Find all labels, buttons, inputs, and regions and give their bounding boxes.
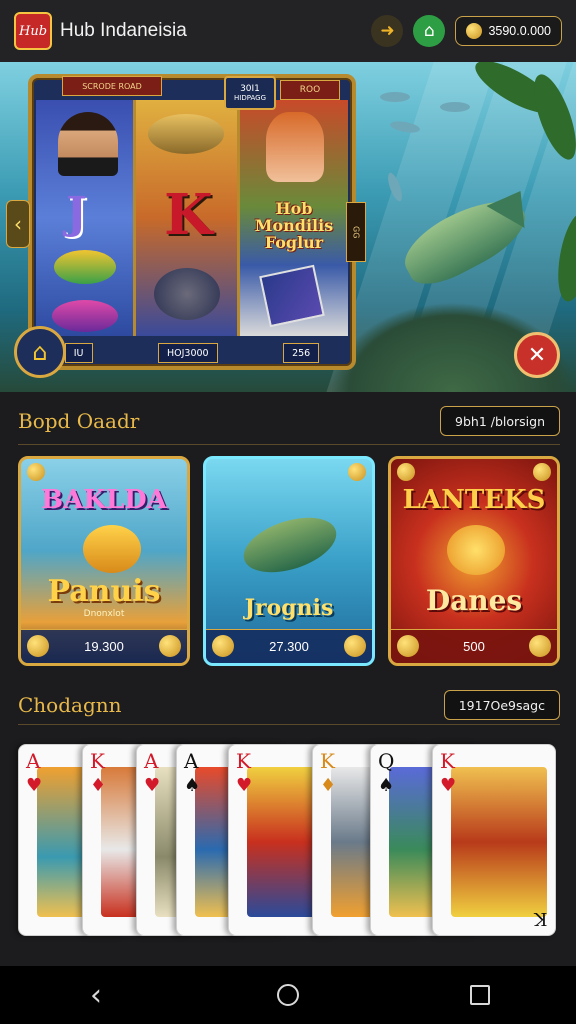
center-tag-bottom: HIDPAGG: [233, 94, 266, 102]
coin-icon: [348, 463, 366, 481]
small-fish: [380, 92, 410, 102]
card-symbol: [259, 264, 325, 328]
reel-1: J: [36, 100, 136, 336]
app-logo[interactable]: Hub: [14, 12, 52, 50]
tile-title: BAKLDA: [41, 485, 167, 515]
card-rank: A: [26, 749, 41, 773]
card-suit: ♥: [144, 775, 161, 796]
crab-character: [266, 112, 324, 182]
k-symbol: K: [164, 182, 213, 248]
balance-value: 3590.0.000: [488, 24, 551, 38]
card-suit: ♦: [320, 775, 337, 796]
back-nav-icon[interactable]: ‹: [66, 975, 126, 1015]
coin-icon: [27, 463, 45, 481]
home-nav-icon[interactable]: [258, 975, 318, 1015]
coin-icon: [27, 635, 49, 657]
fish-symbol: [148, 114, 224, 154]
back-arrow-icon[interactable]: ➜: [371, 15, 404, 47]
fish-art: [236, 507, 344, 583]
foot-center: HOJ3000: [157, 343, 218, 363]
card-fan: A ♥ K ♦ A ♥ A ♠ K ♥ K ♦ Q ♠ K ♥ K: [18, 744, 560, 940]
side-tag: GG: [346, 202, 366, 262]
card-suit: ♥: [440, 775, 457, 796]
playing-card[interactable]: K ♥ K: [432, 744, 556, 936]
small-fish: [440, 102, 470, 112]
coin-icon: [529, 635, 551, 657]
card-rank: K: [440, 749, 455, 773]
slot-center-tag: 30I1 HIDPAGG: [224, 76, 276, 110]
tile-subtitle: Jrognis: [244, 595, 334, 621]
card-rank: K: [90, 749, 105, 773]
reel-2: K: [136, 100, 240, 336]
slot-machine[interactable]: J K Hob Mondilis Foglur SCRODE ROAD 30I1…: [28, 74, 366, 370]
card-suit: ♥: [26, 775, 43, 796]
fish-symbol: [54, 250, 116, 284]
game-tile[interactable]: LANTEKS Danes 500: [388, 456, 560, 666]
coin-icon: [466, 23, 483, 39]
card-rank: Q: [378, 749, 395, 773]
card-rank: A: [144, 749, 159, 773]
slot-right-tag: ROO: [280, 80, 340, 100]
system-navbar: ‹: [0, 966, 576, 1024]
card-suit: ♦: [90, 775, 107, 796]
section-1-title: Bopd Oaadr: [18, 409, 140, 433]
coin-icon: [397, 635, 419, 657]
card-suit: ♠: [378, 775, 395, 796]
reel-3: Hob Mondilis Foglur: [240, 100, 348, 336]
header-actions: ➜ ⌂ 3590.0.000: [371, 15, 562, 47]
game-tiles: BAKLDA Panuis Dnonxlot 19.300 Jrognis 27…: [18, 456, 560, 666]
game-tile[interactable]: Jrognis 27.300: [203, 456, 375, 666]
section-2-button[interactable]: 1917Oe9sagc: [443, 690, 560, 720]
card-rank: A: [184, 749, 199, 773]
tile-subtitle: Danes: [425, 584, 523, 617]
section-2-title: Chodagnn: [18, 693, 122, 717]
logo-text: Hub: [18, 23, 48, 39]
recents-nav-icon[interactable]: [450, 975, 510, 1015]
section-1-button[interactable]: 9bh1 /blorsign: [440, 406, 560, 436]
foot-left: IU: [64, 343, 93, 363]
app-title: Hub Indaneisia: [60, 20, 187, 41]
section-1-header: Bopd Oaadr 9bh1 /blorsign: [18, 406, 560, 436]
coin-icon: [344, 635, 366, 657]
coin-icon: [397, 463, 415, 481]
emblem-art: [447, 525, 505, 575]
fish-art: [83, 525, 141, 573]
j-symbol: J: [66, 188, 87, 239]
tile-title: LANTEKS: [402, 485, 546, 515]
reel-title: Hob Mondilis Foglur: [254, 199, 334, 252]
center-tag-top: 30I1: [240, 84, 260, 94]
close-icon[interactable]: ✕: [514, 332, 560, 378]
game-tile[interactable]: BAKLDA Panuis Dnonxlot 19.300: [18, 456, 190, 666]
chevron-left-icon[interactable]: ‹: [6, 200, 30, 248]
portrait-symbol: [58, 112, 118, 176]
divider: [18, 444, 560, 445]
card-suit: ♠: [184, 775, 201, 796]
card-suit: ♥: [236, 775, 253, 796]
card-rank-corner: K: [533, 908, 547, 929]
card-art: [451, 767, 547, 917]
coin-icon: [533, 463, 551, 481]
foot-right: 256: [283, 343, 320, 363]
divider: [18, 724, 560, 725]
tile-tagline: Dnonxlot: [83, 609, 125, 619]
card-rank: K: [320, 749, 335, 773]
tile-subtitle: Panuis: [47, 574, 161, 609]
fish-symbol: [154, 268, 220, 320]
coin-icon: [159, 635, 181, 657]
fish-symbol: [52, 300, 118, 332]
hero-banner[interactable]: J K Hob Mondilis Foglur SCRODE ROAD 30I1…: [0, 62, 576, 392]
coin-icon: [212, 635, 234, 657]
card-rank: K: [236, 749, 251, 773]
section-2-header: Chodagnn 1917Oe9sagc: [18, 690, 560, 720]
balance-display[interactable]: 3590.0.000: [455, 16, 562, 46]
app-header: Hub Hub Indaneisia ➜ ⌂ 3590.0.000: [0, 0, 576, 62]
home-icon[interactable]: ⌂: [14, 326, 66, 378]
gift-icon[interactable]: ⌂: [413, 15, 446, 47]
slot-footer: IU HOJ3000 256: [32, 340, 352, 366]
slot-title: SCRODE ROAD: [62, 76, 162, 96]
